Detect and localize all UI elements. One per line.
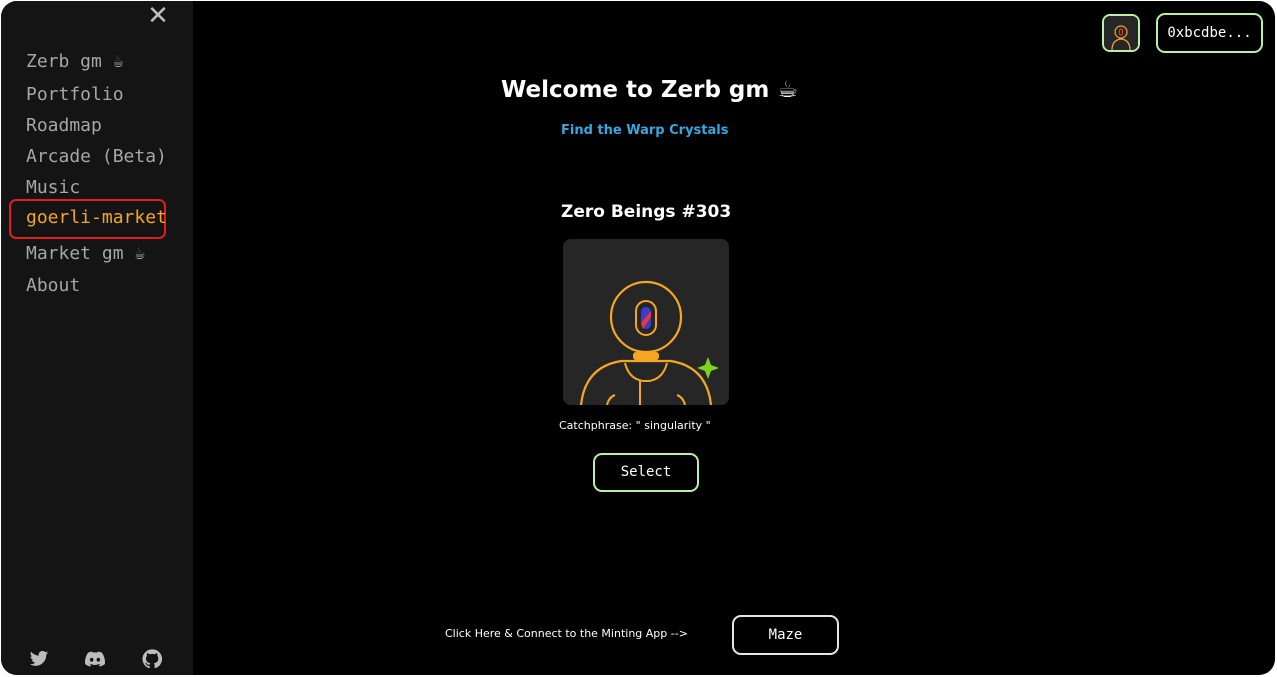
app-window: ✕ Zerb gm ☕ Portfolio Roadmap Arcade (Be… — [1, 1, 1275, 675]
nft-title: Zero Beings #303 — [561, 202, 732, 222]
maze-button[interactable]: Maze — [732, 615, 839, 655]
sidebar-item-arcade[interactable]: Arcade (Beta) — [26, 146, 167, 167]
sidebar-item-roadmap[interactable]: Roadmap — [26, 115, 102, 136]
sidebar-item-market-gm[interactable]: Market gm ☕ — [26, 243, 145, 264]
sidebar-item-zerb-gm[interactable]: Zerb gm ☕ — [26, 51, 124, 72]
zero-being-artwork — [563, 239, 729, 405]
warp-crystals-link[interactable]: Find the Warp Crystals — [561, 123, 728, 138]
github-icon[interactable] — [141, 649, 163, 669]
avatar-icon — [1104, 16, 1138, 50]
sidebar-item-goerli-market[interactable]: goerli-market — [26, 207, 167, 228]
discord-icon[interactable] — [83, 649, 107, 669]
select-button[interactable]: Select — [593, 453, 699, 492]
sidebar-item-portfolio[interactable]: Portfolio — [26, 84, 124, 105]
wallet-button[interactable]: 0xbcdbe... — [1156, 13, 1263, 53]
nft-catchphrase: Catchphrase: " singularity " — [559, 419, 711, 432]
nft-image — [563, 239, 729, 405]
sidebar-item-about[interactable]: About — [26, 275, 80, 296]
sidebar-item-music[interactable]: Music — [26, 177, 80, 198]
minting-app-prompt: Click Here & Connect to the Minting App … — [445, 627, 688, 640]
close-icon[interactable]: ✕ — [146, 3, 170, 29]
page-title: Welcome to Zerb gm ☕ — [501, 77, 798, 103]
sidebar: ✕ Zerb gm ☕ Portfolio Roadmap Arcade (Be… — [1, 1, 193, 675]
twitter-icon[interactable] — [28, 649, 50, 669]
avatar-button[interactable] — [1102, 14, 1140, 52]
